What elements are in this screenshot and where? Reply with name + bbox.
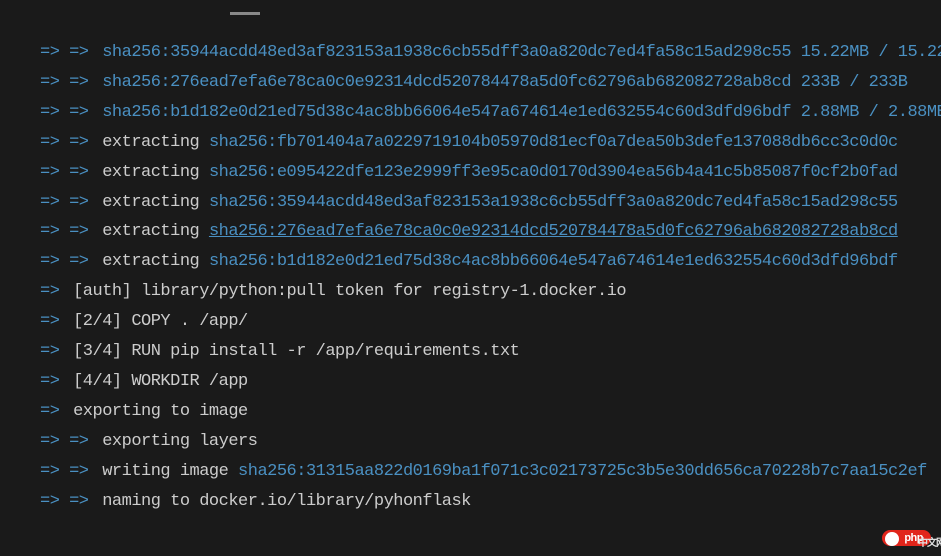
arrow-prefix: => bbox=[40, 312, 69, 331]
output-line: => [4/4] WORKDIR /app bbox=[40, 367, 941, 397]
arrow-prefix: => => bbox=[40, 103, 98, 122]
output-line: => => extracting sha256:35944acdd48ed3af… bbox=[40, 188, 941, 218]
action-label: extracting bbox=[102, 133, 209, 152]
action-label: extracting bbox=[102, 222, 209, 241]
status-line: [auth] library/python:pull token for reg… bbox=[73, 282, 626, 301]
output-line: => => sha256:b1d182e0d21ed75d38c4ac8bb66… bbox=[40, 98, 941, 128]
status-line: exporting layers bbox=[102, 432, 257, 451]
sha-hash: sha256:e095422dfe123e2999ff3e95ca0d0170d… bbox=[209, 163, 898, 182]
arrow-prefix: => => bbox=[40, 252, 98, 271]
sha-hash: sha256:31315aa822d0169ba1f071c3c02173725… bbox=[238, 462, 927, 481]
output-line: => [2/4] COPY . /app/ bbox=[40, 307, 941, 337]
arrow-prefix: => bbox=[40, 372, 69, 391]
arrow-prefix: => => bbox=[40, 193, 98, 212]
sha-hash: sha256:b1d182e0d21ed75d38c4ac8bb66064e54… bbox=[209, 252, 898, 271]
arrow-prefix: => => bbox=[40, 222, 98, 241]
sha-hash: sha256:35944acdd48ed3af823153a1938c6cb55… bbox=[209, 193, 898, 212]
output-line: => => extracting sha256:fb701404a7a02297… bbox=[40, 128, 941, 158]
action-label: extracting bbox=[102, 252, 209, 271]
sha-hash: sha256:276ead7efa6e78ca0c0e92314dcd52078… bbox=[209, 222, 898, 241]
sha-line: sha256:35944acdd48ed3af823153a1938c6cb55… bbox=[102, 43, 941, 62]
status-line: [2/4] COPY . /app/ bbox=[73, 312, 248, 331]
sha-line: sha256:276ead7efa6e78ca0c0e92314dcd52078… bbox=[102, 73, 907, 92]
output-line: => => extracting sha256:e095422dfe123e29… bbox=[40, 158, 941, 188]
output-line: => => exporting layers bbox=[40, 427, 941, 457]
sha-line: sha256:b1d182e0d21ed75d38c4ac8bb66064e54… bbox=[102, 103, 941, 122]
badge-tail: 中文网 bbox=[918, 534, 941, 549]
arrow-prefix: => => bbox=[40, 462, 98, 481]
arrow-prefix: => bbox=[40, 282, 69, 301]
output-line: => => extracting sha256:276ead7efa6e78ca… bbox=[40, 217, 941, 247]
terminal-output: => => sha256:35944acdd48ed3af823153a1938… bbox=[40, 10, 941, 517]
sha-hash: sha256:fb701404a7a0229719104b05970d81ecf… bbox=[209, 133, 898, 152]
action-label: writing image bbox=[102, 462, 238, 481]
watermark-badge: php 中文网 bbox=[882, 530, 931, 546]
arrow-prefix: => => bbox=[40, 432, 98, 451]
status-line: [4/4] WORKDIR /app bbox=[73, 372, 248, 391]
action-label: extracting bbox=[102, 193, 209, 212]
arrow-prefix: => bbox=[40, 342, 69, 361]
titlebar-handle bbox=[230, 12, 260, 15]
arrow-prefix: => => bbox=[40, 43, 98, 62]
arrow-prefix: => => bbox=[40, 163, 98, 182]
output-line: => => extracting sha256:b1d182e0d21ed75d… bbox=[40, 247, 941, 277]
output-line: => [3/4] RUN pip install -r /app/require… bbox=[40, 337, 941, 367]
output-line: => => sha256:276ead7efa6e78ca0c0e92314dc… bbox=[40, 68, 941, 98]
arrow-prefix: => bbox=[40, 402, 69, 421]
arrow-prefix: => => bbox=[40, 73, 98, 92]
output-line: => exporting to image bbox=[40, 397, 941, 427]
output-line: => => sha256:35944acdd48ed3af823153a1938… bbox=[40, 38, 941, 68]
arrow-prefix: => => bbox=[40, 133, 98, 152]
output-line: => [auth] library/python:pull token for … bbox=[40, 277, 941, 307]
output-line: => => naming to docker.io/library/pyhonf… bbox=[40, 487, 941, 517]
status-line: naming to docker.io/library/pyhonflask bbox=[102, 492, 471, 511]
status-line: exporting to image bbox=[73, 402, 248, 421]
status-line: [3/4] RUN pip install -r /app/requiremen… bbox=[73, 342, 519, 361]
action-label: extracting bbox=[102, 163, 209, 182]
output-line: => => writing image sha256:31315aa822d01… bbox=[40, 457, 941, 487]
arrow-prefix: => => bbox=[40, 492, 98, 511]
